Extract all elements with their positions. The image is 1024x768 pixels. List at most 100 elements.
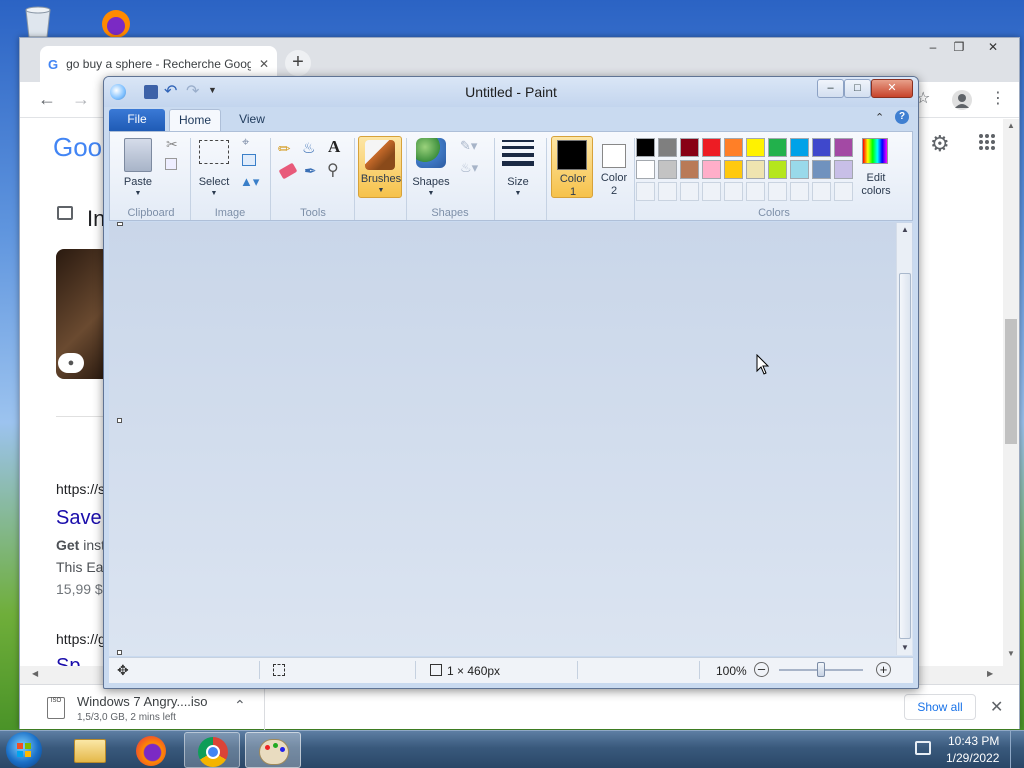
clock-time[interactable]: 10:43 PM bbox=[948, 734, 999, 748]
tab-close-icon[interactable]: ✕ bbox=[259, 57, 269, 71]
palette-color-swatch[interactable] bbox=[768, 138, 787, 157]
select-dropdown-icon[interactable]: ▼ bbox=[206, 190, 222, 197]
palette-color-swatch[interactable] bbox=[702, 160, 721, 179]
fill-shape-icon[interactable]: ♨▾ bbox=[460, 160, 478, 176]
clock-date[interactable]: 1/29/2022 bbox=[946, 751, 999, 765]
page-vertical-scrollbar[interactable]: ▲ ▼ bbox=[1003, 119, 1019, 684]
palette-color-swatch[interactable] bbox=[834, 138, 853, 157]
canvas-vertical-scrollbar[interactable]: ▲ ▼ bbox=[896, 223, 912, 655]
shapes-button-label[interactable]: Shapes bbox=[410, 176, 452, 188]
palette-color-swatch[interactable] bbox=[680, 160, 699, 179]
color2-label[interactable]: Color bbox=[594, 172, 634, 184]
custom-color-slot[interactable] bbox=[636, 182, 655, 201]
custom-color-slot[interactable] bbox=[834, 182, 853, 201]
resize-icon[interactable] bbox=[242, 154, 256, 166]
edit-colors-label[interactable]: Edit bbox=[854, 172, 898, 184]
custom-color-slot[interactable] bbox=[680, 182, 699, 201]
paint-titlebar[interactable]: ↶ ↷ ▼ Untitled - Paint – □ ✕ bbox=[104, 77, 918, 107]
scroll-up-icon[interactable]: ▲ bbox=[901, 225, 909, 234]
minimize-ribbon-icon[interactable]: ⌃ bbox=[875, 111, 884, 124]
canvas-workspace[interactable] bbox=[109, 222, 913, 656]
apps-grid-icon[interactable] bbox=[978, 133, 996, 151]
size-dropdown-icon[interactable]: ▼ bbox=[510, 190, 526, 197]
paint-taskbar-button[interactable] bbox=[245, 732, 301, 768]
paste-dropdown-icon[interactable]: ▼ bbox=[130, 190, 146, 197]
canvas-top-handle[interactable] bbox=[117, 222, 123, 226]
custom-color-slot[interactable] bbox=[768, 182, 787, 201]
profile-avatar-icon[interactable] bbox=[952, 90, 972, 110]
cut-icon[interactable]: ✂ bbox=[166, 136, 178, 153]
new-tab-button[interactable]: + bbox=[285, 50, 311, 76]
palette-color-swatch[interactable] bbox=[746, 160, 765, 179]
result-title-link[interactable]: Save bbox=[56, 507, 102, 530]
fill-icon[interactable]: ♨ bbox=[302, 139, 315, 157]
chrome-taskbar-button[interactable] bbox=[184, 732, 240, 768]
size-button-label[interactable]: Size bbox=[500, 176, 536, 188]
close-button[interactable]: ✕ bbox=[871, 79, 913, 98]
magnifier-icon[interactable]: ⚲ bbox=[327, 160, 339, 180]
outline-icon[interactable]: ✎▾ bbox=[460, 138, 477, 154]
canvas-corner-handle[interactable] bbox=[117, 650, 122, 655]
download-filename[interactable]: Windows 7 Angry....iso bbox=[77, 694, 208, 709]
paste-button-label[interactable]: Paste bbox=[120, 176, 156, 188]
restore-icon[interactable]: ❐ bbox=[946, 40, 972, 56]
color1-button[interactable]: Color 1 bbox=[551, 136, 593, 198]
help-icon[interactable]: ? bbox=[895, 110, 909, 124]
kebab-menu-icon[interactable]: ⋮ bbox=[990, 88, 1006, 108]
minimize-icon[interactable]: – bbox=[920, 40, 946, 56]
palette-color-swatch[interactable] bbox=[812, 138, 831, 157]
home-tab[interactable]: Home bbox=[169, 109, 221, 131]
copy-icon[interactable] bbox=[165, 158, 177, 170]
scrollbar-thumb[interactable] bbox=[899, 273, 911, 639]
shapes-dropdown-icon[interactable]: ▼ bbox=[423, 190, 439, 197]
forward-arrow-icon[interactable]: → bbox=[72, 89, 90, 110]
result-title-link[interactable]: Sp bbox=[56, 655, 80, 666]
show-desktop-button[interactable] bbox=[1010, 731, 1024, 768]
edit-colors-icon[interactable] bbox=[862, 138, 888, 164]
network-icon[interactable] bbox=[915, 741, 931, 755]
select-icon[interactable] bbox=[199, 140, 229, 164]
palette-color-swatch[interactable] bbox=[834, 160, 853, 179]
scroll-left-icon[interactable]: ◀ bbox=[32, 669, 38, 678]
palette-color-swatch[interactable] bbox=[746, 138, 765, 157]
brushes-button[interactable]: Brushes ▼ bbox=[358, 136, 402, 198]
palette-color-swatch[interactable] bbox=[724, 138, 743, 157]
crop-icon[interactable]: ⌖ bbox=[242, 134, 249, 150]
custom-color-slot[interactable] bbox=[812, 182, 831, 201]
select-button-label[interactable]: Select bbox=[194, 176, 234, 188]
explorer-taskbar-button[interactable] bbox=[62, 732, 118, 768]
palette-color-swatch[interactable] bbox=[680, 138, 699, 157]
palette-color-swatch[interactable] bbox=[790, 138, 809, 157]
custom-color-slot[interactable] bbox=[702, 182, 721, 201]
custom-color-slot[interactable] bbox=[746, 182, 765, 201]
close-window-icon[interactable]: ✕ bbox=[980, 40, 1006, 56]
paste-icon[interactable] bbox=[124, 138, 152, 172]
show-all-button[interactable]: Show all bbox=[904, 694, 976, 720]
palette-color-swatch[interactable] bbox=[658, 138, 677, 157]
shapes-icon[interactable] bbox=[416, 138, 446, 168]
palette-color-swatch[interactable] bbox=[724, 160, 743, 179]
rotate-icon[interactable]: ▲▾ bbox=[240, 174, 259, 190]
custom-color-slot[interactable] bbox=[658, 182, 677, 201]
close-download-bar-icon[interactable]: ✕ bbox=[990, 697, 1003, 717]
scroll-right-icon[interactable]: ▶ bbox=[987, 669, 993, 678]
palette-color-swatch[interactable] bbox=[790, 160, 809, 179]
color-picker-icon[interactable]: ✒ bbox=[304, 162, 317, 180]
color2-swatch[interactable] bbox=[602, 144, 626, 168]
palette-color-swatch[interactable] bbox=[812, 160, 831, 179]
color2-number[interactable]: 2 bbox=[594, 185, 634, 197]
palette-color-swatch[interactable] bbox=[702, 138, 721, 157]
file-tab[interactable]: File bbox=[109, 109, 165, 131]
custom-color-slot[interactable] bbox=[724, 182, 743, 201]
canvas-resize-handle[interactable] bbox=[117, 418, 122, 423]
palette-color-swatch[interactable] bbox=[658, 160, 677, 179]
maximize-button[interactable]: □ bbox=[844, 79, 871, 98]
firefox-taskbar-button[interactable] bbox=[123, 732, 179, 768]
back-arrow-icon[interactable]: ← bbox=[38, 89, 56, 110]
pencil-icon[interactable]: ✏ bbox=[278, 140, 291, 158]
scroll-down-icon[interactable]: ▼ bbox=[1007, 649, 1015, 658]
edit-colors-label2[interactable]: colors bbox=[854, 185, 898, 197]
eraser-icon[interactable] bbox=[278, 162, 298, 180]
size-icon[interactable] bbox=[502, 140, 534, 166]
scroll-up-icon[interactable]: ▲ bbox=[1007, 121, 1015, 130]
